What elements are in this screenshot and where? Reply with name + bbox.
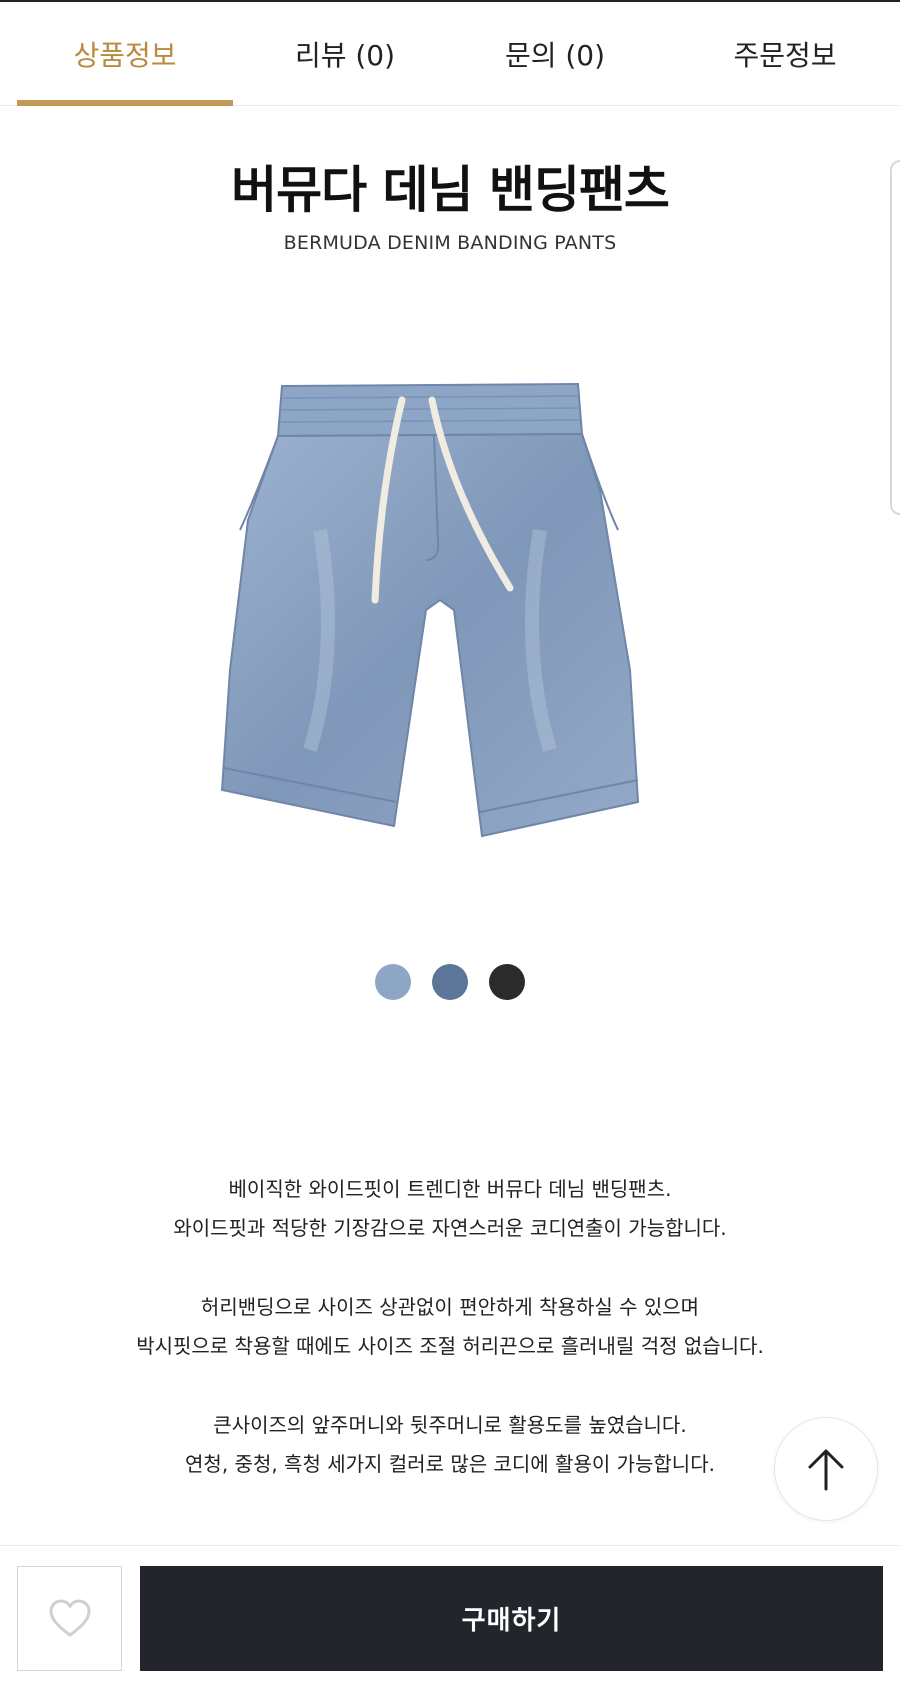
color-swatch-medium[interactable]	[432, 964, 468, 1000]
description-line: 연청, 중청, 흑청 세가지 컬러로 많은 코디에 활용이 가능합니다.	[185, 1452, 715, 1476]
tab-label: 주문정보	[733, 38, 837, 72]
tab-label: 상품정보	[73, 38, 177, 72]
description-line: 박시핏으로 착용할 때에도 사이즈 조절 허리끈으로 흘러내릴 걱정 없습니다.	[136, 1334, 764, 1358]
color-swatches	[0, 964, 900, 1000]
product-subtitle: BERMUDA DENIM BANDING PANTS	[283, 232, 617, 254]
purchase-bar: 구매하기	[0, 1545, 900, 1693]
tab-inquiries[interactable]: 문의 (0)	[440, 2, 670, 105]
tab-label: 리뷰 (0)	[294, 38, 396, 72]
arrow-up-icon	[808, 1449, 844, 1491]
scroll-to-top-button[interactable]	[774, 1417, 878, 1521]
product-tabs: 상품정보 리뷰 (0) 문의 (0) 주문정보	[0, 2, 900, 106]
description-line: 베이직한 와이드핏이 트렌디한 버뮤다 데님 밴딩팬츠.	[228, 1177, 672, 1201]
tab-label: 문의 (0)	[504, 38, 606, 72]
description-line: 허리밴딩으로 사이즈 상관없이 편안하게 착용하실 수 있으며	[200, 1295, 700, 1319]
buy-button[interactable]: 구매하기	[140, 1566, 883, 1671]
tab-product-info[interactable]: 상품정보	[0, 2, 250, 106]
tab-reviews[interactable]: 리뷰 (0)	[250, 2, 440, 105]
description-line: 큰사이즈의 앞주머니와 뒷주머니로 활용도를 높였습니다.	[213, 1413, 687, 1437]
color-swatch-black[interactable]	[489, 964, 525, 1000]
wishlist-button[interactable]	[17, 1566, 122, 1671]
product-description: 베이직한 와이드핏이 트렌디한 버뮤다 데님 밴딩팬츠. 와이드핏과 적당한 기…	[0, 1170, 900, 1484]
denim-shorts-image	[170, 370, 730, 890]
color-swatch-light[interactable]	[375, 964, 411, 1000]
product-title: 버뮤다 데님 밴딩팬츠	[231, 161, 670, 219]
tab-order-info[interactable]: 주문정보	[670, 2, 900, 105]
description-line: 와이드핏과 적당한 기장감으로 자연스러운 코디연출이 가능합니다.	[173, 1216, 727, 1240]
active-tab-indicator	[17, 100, 233, 106]
heart-icon	[48, 1598, 91, 1637]
